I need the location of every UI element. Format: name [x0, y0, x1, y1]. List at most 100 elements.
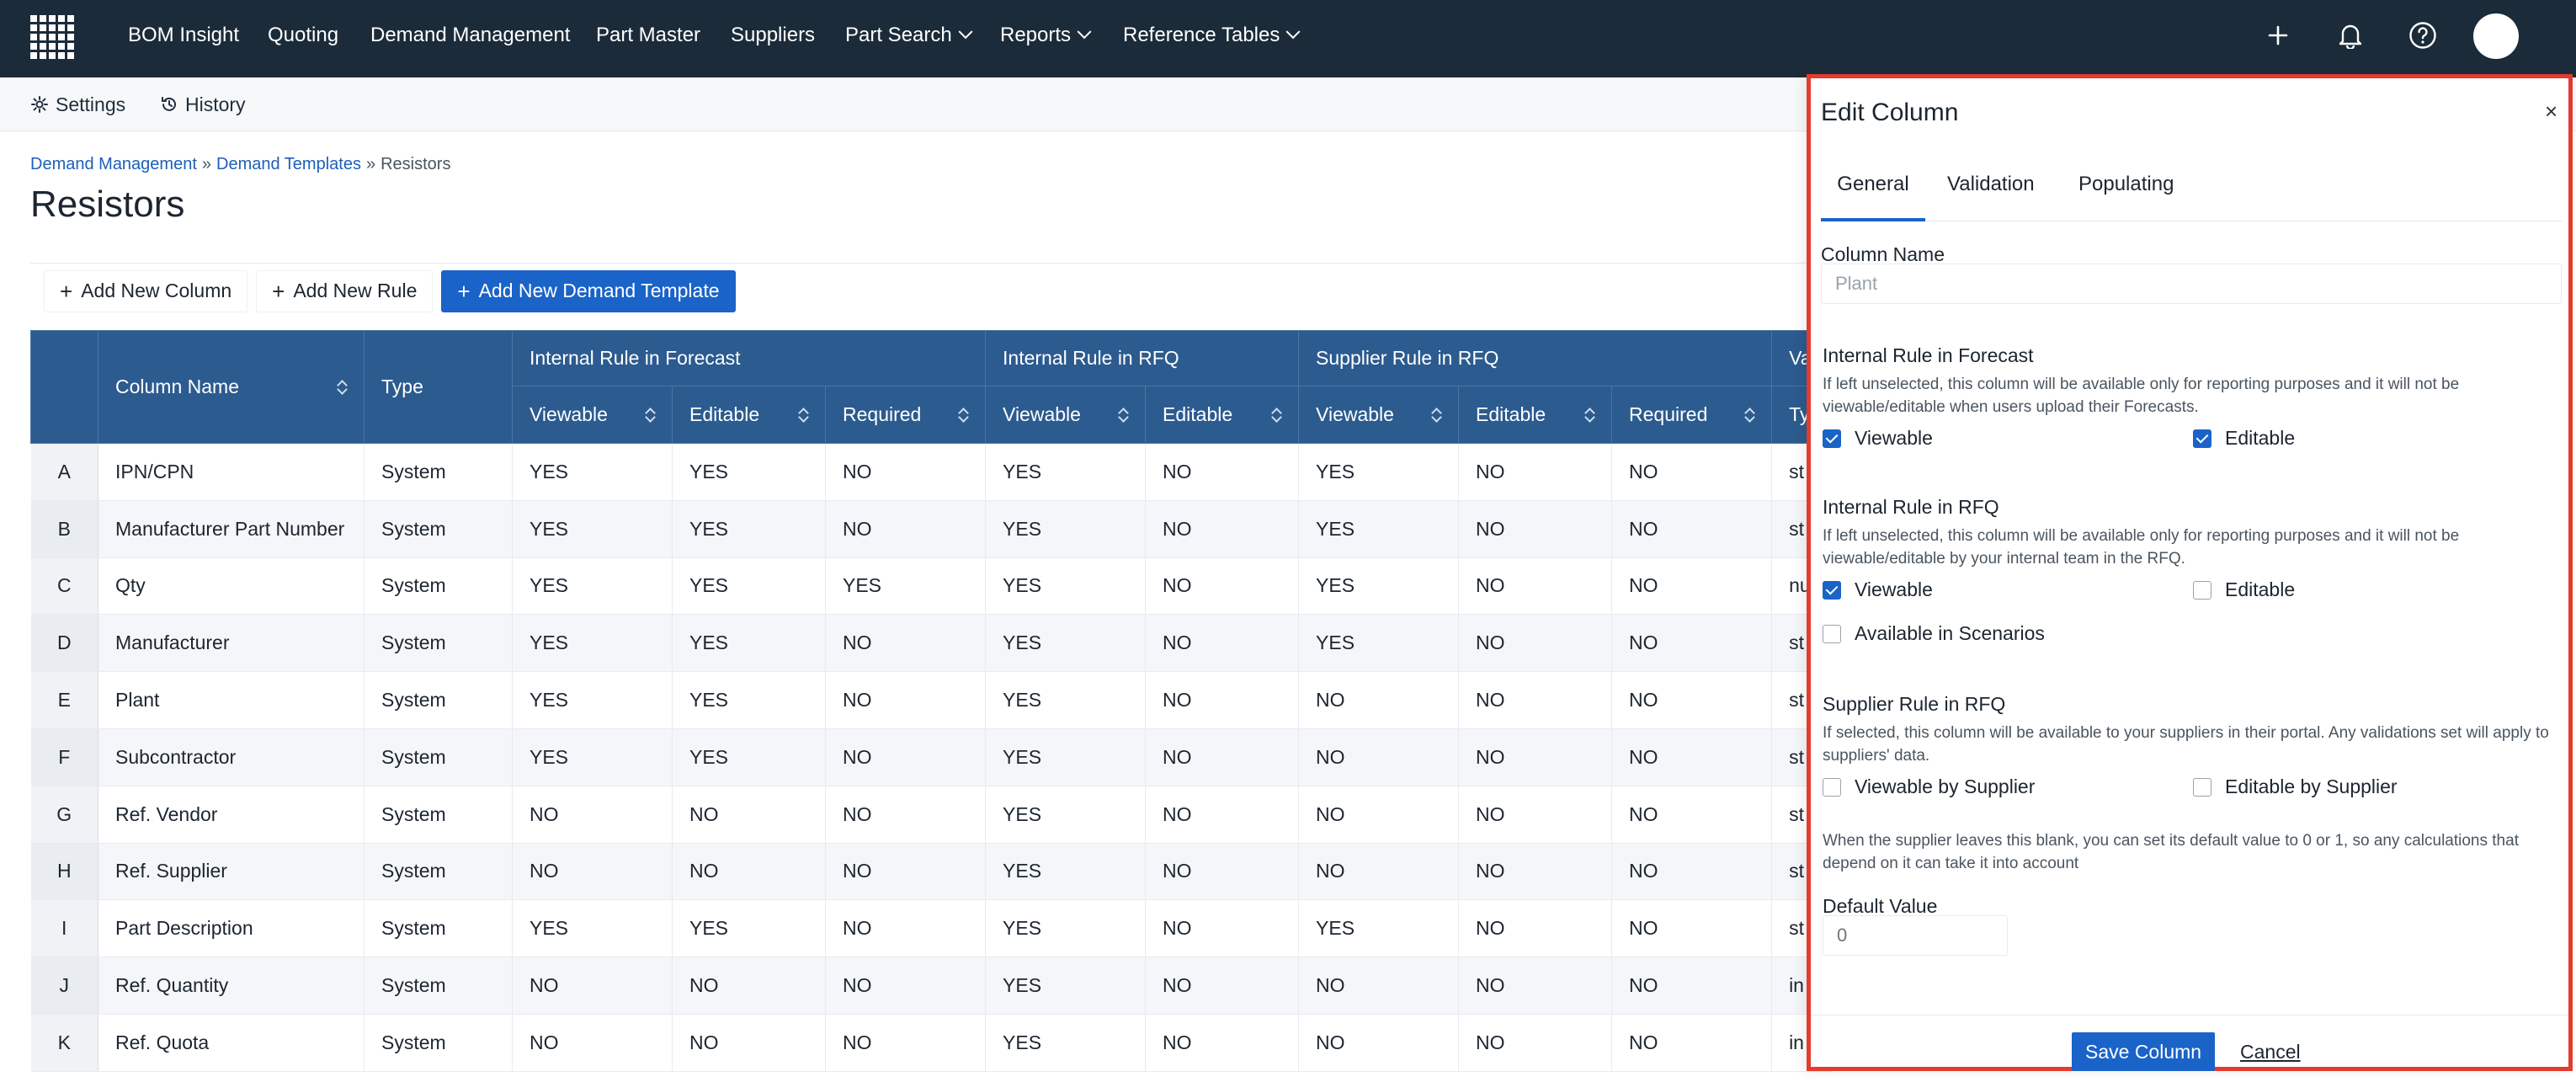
nav-reference-tables[interactable]: Reference Tables: [1123, 0, 1301, 71]
nav-reports[interactable]: Reports: [1000, 0, 1092, 71]
sort-icon[interactable]: [1584, 407, 1594, 424]
table-row[interactable]: D Manufacturer System YES YES NO YES NO YES NO NO s…: [30, 614, 1834, 673]
forecast-viewable-header[interactable]: Viewable: [512, 386, 673, 444]
supplier-viewable-cell: NO: [1298, 1014, 1460, 1072]
row-letter: J: [30, 957, 98, 1015]
sort-icon[interactable]: [1118, 407, 1128, 424]
rfq-editable-cell: NO: [1145, 957, 1300, 1015]
forecast-editable-cell: YES: [672, 500, 826, 558]
drawer-title: Edit Column: [1821, 99, 1959, 126]
column-name-header[interactable]: Column Name: [98, 330, 365, 444]
table-row[interactable]: A IPN/CPN System YES YES NO YES NO YES NO NO st: [30, 443, 1834, 501]
cancel-link[interactable]: Cancel: [2240, 1041, 2301, 1063]
forecast-editable-cell: NO: [672, 786, 826, 844]
forecast-editable-checkbox[interactable]: Editable: [2193, 427, 2295, 450]
table-row[interactable]: I Part Description System YES YES NO YES NO YES N…: [30, 899, 1834, 958]
breadcrumb-demand-templates[interactable]: Demand Templates: [216, 155, 361, 173]
settings-link[interactable]: Settings: [30, 77, 125, 131]
forecast-required-header[interactable]: Required: [824, 386, 987, 444]
avatar[interactable]: [2473, 13, 2519, 59]
type-cell: System: [364, 957, 513, 1015]
sort-icon[interactable]: [337, 379, 347, 396]
supplier-editable-cell: NO: [1458, 614, 1613, 673]
supplier-viewable-cell: YES: [1298, 899, 1460, 958]
nav-part-master[interactable]: Part Master: [596, 0, 700, 71]
table-row[interactable]: C Qty System YES YES YES YES NO YES NO NO nu: [30, 557, 1834, 616]
type-cell: System: [364, 557, 513, 616]
forecast-editable-cell: YES: [672, 443, 826, 501]
table-row[interactable]: J Ref. Quantity System NO NO NO YES NO NO NO NO in: [30, 957, 1834, 1015]
sort-icon[interactable]: [1431, 407, 1441, 424]
forecast-help-text: If left unselected, this column will be …: [1823, 376, 2460, 416]
rfq-editable-checkbox[interactable]: Editable: [2193, 578, 2295, 601]
table-row[interactable]: G Ref. Vendor System NO NO NO YES NO NO NO NO st: [30, 786, 1834, 844]
breadcrumb-separator: »: [201, 155, 212, 173]
drawer-footer: Save Column Cancel: [1811, 1015, 2568, 1072]
sort-icon[interactable]: [798, 407, 808, 424]
rfq-viewable-cell: YES: [985, 899, 1147, 958]
type-header: Type: [364, 330, 513, 444]
supplier-editable-header[interactable]: Editable: [1458, 386, 1613, 444]
supplier-editable-cell: NO: [1458, 899, 1613, 958]
add-new-rule-button[interactable]: + Add New Rule: [256, 269, 434, 312]
nav-part-search[interactable]: Part Search: [845, 0, 973, 71]
table-row[interactable]: B Manufacturer Part Number System YES YES NO Y…: [30, 500, 1834, 558]
history-link[interactable]: History: [160, 77, 246, 131]
nav-suppliers[interactable]: Suppliers: [731, 0, 815, 71]
forecast-viewable-cell: NO: [512, 843, 673, 901]
nav-quoting[interactable]: Quoting: [268, 0, 338, 71]
forecast-editable-cell: YES: [672, 614, 826, 673]
editable-by-supplier-checkbox[interactable]: Editable by Supplier: [2193, 776, 2398, 798]
bell-icon[interactable]: [2332, 17, 2369, 54]
table-row[interactable]: H Ref. Supplier System NO NO NO YES NO NO NO NO st: [30, 843, 1834, 901]
sort-icon[interactable]: [1744, 407, 1754, 424]
tab-populating[interactable]: Populating: [2078, 169, 2174, 221]
table-row[interactable]: E Plant System YES YES NO YES NO NO NO NO st: [30, 671, 1834, 729]
rfq-viewable-checkbox[interactable]: Viewable: [1823, 578, 1933, 601]
app-logo-icon[interactable]: [30, 15, 74, 59]
type-cell: System: [364, 671, 513, 729]
sort-icon[interactable]: [1271, 407, 1281, 424]
column-name-cell: Ref. Supplier: [98, 843, 365, 901]
rfq-viewable-cell: YES: [985, 500, 1147, 558]
table-row[interactable]: F Subcontractor System YES YES NO YES NO NO NO NO s…: [30, 728, 1834, 786]
column-name-cell: Manufacturer Part Number: [98, 500, 365, 558]
checkbox-icon: [1823, 580, 1841, 600]
tab-general[interactable]: General: [1821, 169, 1925, 221]
supplier-required-header[interactable]: Required: [1611, 386, 1773, 444]
forecast-required-cell: NO: [825, 500, 987, 558]
forecast-viewable-checkbox[interactable]: Viewable: [1823, 427, 1933, 450]
rfq-editable-header[interactable]: Editable: [1145, 386, 1300, 444]
forecast-required-cell: NO: [825, 843, 987, 901]
rfq-viewable-header[interactable]: Viewable: [985, 386, 1147, 444]
forecast-editable-cell: NO: [672, 843, 826, 901]
add-icon[interactable]: [2259, 17, 2297, 54]
sort-icon[interactable]: [645, 407, 655, 424]
nav-bom-insight[interactable]: BOM Insight: [128, 0, 239, 71]
add-new-column-button[interactable]: + Add New Column: [44, 269, 248, 312]
tab-validation[interactable]: Validation: [1947, 169, 2035, 221]
rfq-viewable-cell: YES: [985, 786, 1147, 844]
default-value-input[interactable]: [1823, 915, 2008, 956]
nav-demand-management[interactable]: Demand Management: [370, 0, 570, 71]
save-column-button[interactable]: Save Column: [2072, 1032, 2216, 1071]
supplier-viewable-cell: YES: [1298, 500, 1460, 558]
rfq-editable-cell: NO: [1145, 500, 1300, 558]
table-row[interactable]: K Ref. Quota System NO NO NO YES NO NO NO NO in: [30, 1014, 1834, 1072]
forecast-editable-header[interactable]: Editable: [672, 386, 826, 444]
internal-forecast-group-header: Internal Rule in Forecast: [511, 330, 987, 386]
close-icon[interactable]: ×: [2545, 99, 2557, 125]
sort-icon[interactable]: [958, 407, 968, 424]
breadcrumb-demand-management[interactable]: Demand Management: [30, 155, 197, 173]
available-in-scenarios-checkbox[interactable]: Available in Scenarios: [1823, 622, 2045, 645]
type-cell: System: [364, 443, 513, 501]
forecast-viewable-cell: YES: [512, 728, 673, 786]
supplier-viewable-header[interactable]: Viewable: [1298, 386, 1460, 444]
table-toolbar: + Add New Column + Add New Rule + Add New D…: [30, 263, 1832, 318]
column-name-cell: IPN/CPN: [98, 443, 365, 501]
rfq-section-title: Internal Rule in RFQ: [1823, 496, 1999, 518]
column-name-input[interactable]: Plant: [1821, 264, 2562, 304]
viewable-by-supplier-checkbox[interactable]: Viewable by Supplier: [1823, 776, 2035, 798]
help-icon[interactable]: [2404, 17, 2441, 54]
add-new-demand-template-button[interactable]: + Add New Demand Template: [441, 269, 736, 312]
